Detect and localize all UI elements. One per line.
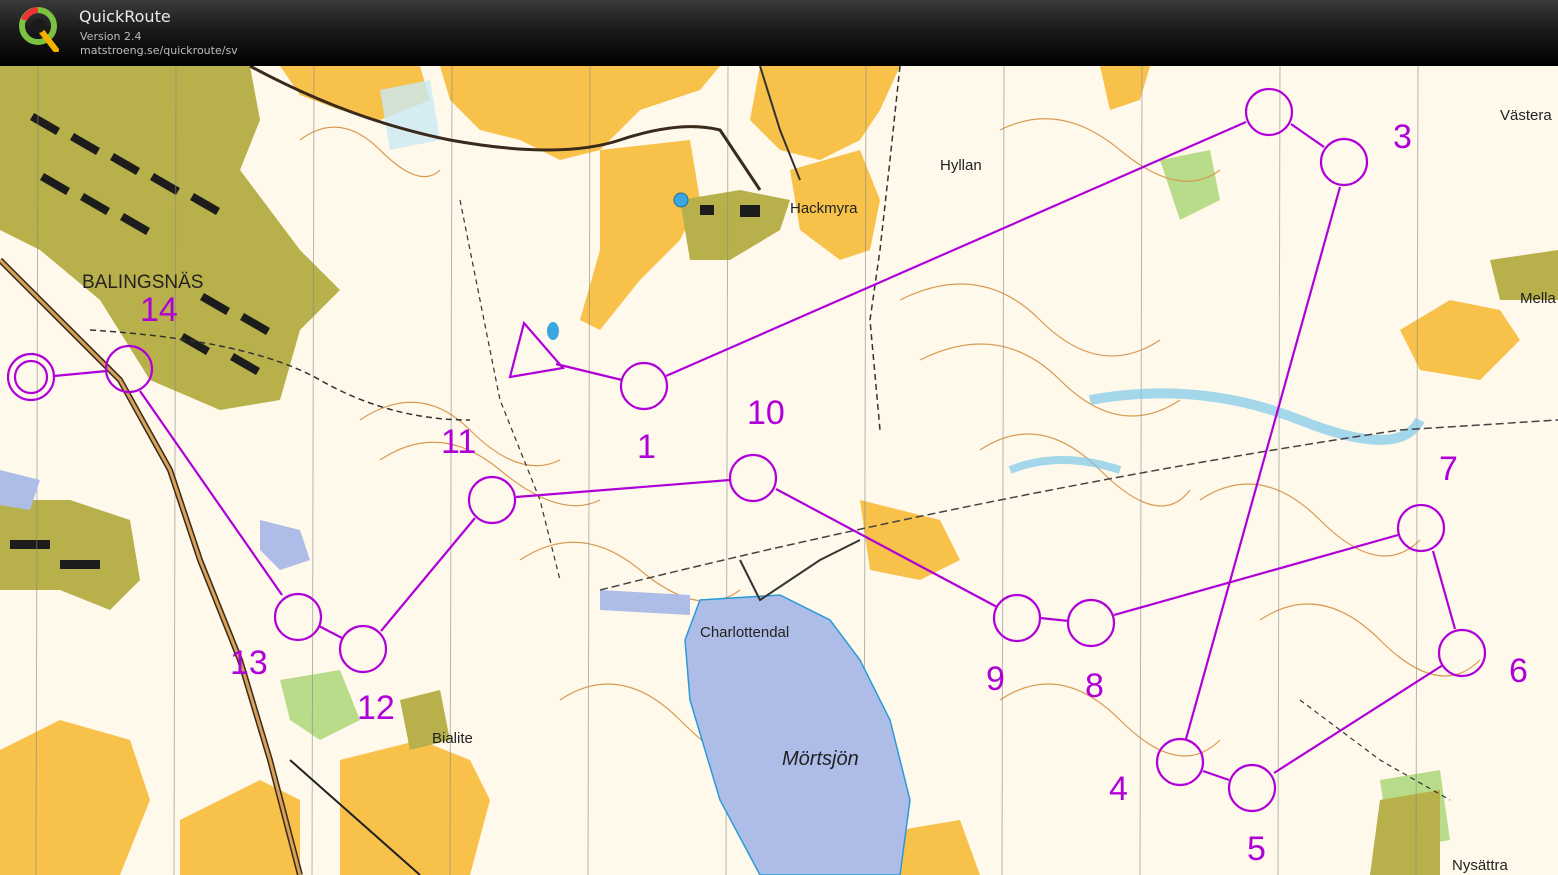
quickroute-logo-icon <box>19 7 59 52</box>
place-charlottendal: Charlottendal <box>700 624 789 641</box>
place-hackmyra: Hackmyra <box>790 200 858 217</box>
control-number-7: 7 <box>1439 450 1458 488</box>
control-number-10: 10 <box>747 394 785 432</box>
control-number-3: 3 <box>1393 118 1412 156</box>
place-vastera: Västera <box>1500 107 1552 124</box>
place-hyllan: Hyllan <box>940 157 982 174</box>
orienteering-map[interactable]: BALINGSNÄS Hackmyra Hyllan Charlottendal… <box>0 66 1558 875</box>
control-number-11: 11 <box>441 423 476 461</box>
control-number-9: 9 <box>986 660 1005 698</box>
place-mella: Mella <box>1520 290 1557 307</box>
control-number-6: 6 <box>1509 652 1528 690</box>
control-number-5: 5 <box>1247 830 1266 868</box>
map-canvas: BALINGSNÄS Hackmyra Hyllan Charlottendal… <box>0 66 1558 875</box>
app-header: QuickRoute Version 2.4 matstroeng.se/qui… <box>0 0 1558 66</box>
app-url: matstroeng.se/quickroute/sv <box>80 44 238 57</box>
app-title: QuickRoute <box>79 7 171 26</box>
control-number-8: 8 <box>1085 667 1104 705</box>
control-number-4: 4 <box>1109 770 1128 808</box>
place-nysattra: Nysättra <box>1452 857 1509 874</box>
place-balingsnas: BALINGSNÄS <box>82 272 203 293</box>
app-version: Version 2.4 <box>80 30 142 43</box>
control-number-12: 12 <box>357 689 395 727</box>
control-number-1: 1 <box>637 428 656 466</box>
place-bialite: Bialite <box>432 730 473 747</box>
place-mortsjon: Mörtsjön <box>782 748 859 770</box>
control-number-13: 13 <box>230 644 268 682</box>
control-number-14: 14 <box>140 291 178 329</box>
